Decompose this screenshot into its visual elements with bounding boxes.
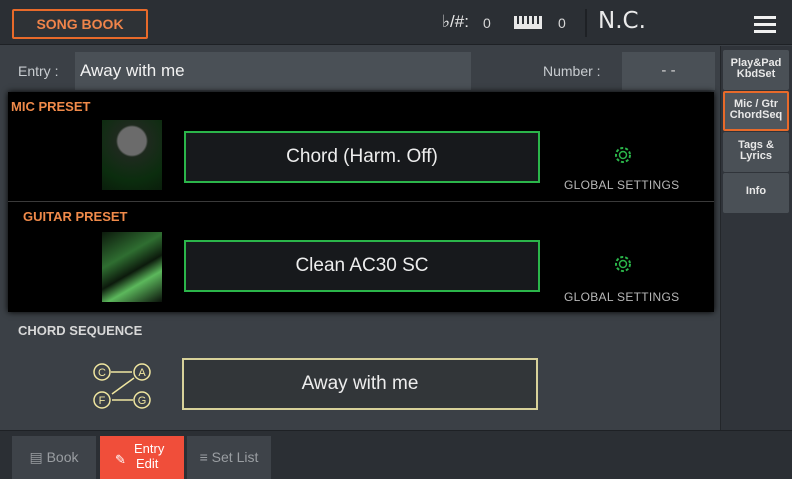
entry-label: Entry :: [18, 63, 59, 79]
tab-set-list-label: Set List: [211, 449, 259, 465]
guitar-preset-button[interactable]: Clean AC30 SC: [184, 240, 540, 292]
pencil-icon: ✎: [115, 452, 126, 467]
keyboard-icon: [514, 16, 542, 29]
chord-letter-f: F: [99, 395, 106, 407]
list-icon: ≡: [199, 449, 212, 465]
chord-sequence-title: CHORD SEQUENCE: [18, 323, 143, 338]
mic-preset-title: MIC PRESET: [11, 99, 91, 114]
tab-set-list[interactable]: ≡ Set List: [187, 436, 271, 479]
tab-label-line1: Info: [745, 185, 767, 197]
tab-entry-label-line2: Edit: [136, 456, 159, 471]
number-label: Number :: [543, 63, 601, 79]
menu-icon[interactable]: [754, 16, 776, 33]
chord-letter-g: G: [138, 395, 147, 407]
tab-info[interactable]: Info: [723, 173, 789, 213]
mic-thumbnail: [102, 120, 162, 190]
gear-icon[interactable]: [613, 145, 633, 165]
chord-sequence-icon: C A F G: [93, 363, 151, 409]
overlay-divider: [8, 201, 714, 202]
guitar-global-settings-label: GLOBAL SETTINGS: [564, 290, 680, 304]
header-separator: [585, 9, 587, 37]
tab-label-line2: KbdSet: [736, 68, 776, 80]
chord-display: N.C.: [598, 8, 646, 34]
tab-entry-label-line1: Entry: [134, 441, 165, 456]
chord-letter-a: A: [138, 367, 146, 379]
tab-label-line2: ChordSeq: [729, 109, 783, 121]
tab-label-line2: Lyrics: [739, 150, 772, 162]
transpose-label: ♭/#:: [442, 12, 469, 31]
gear-icon[interactable]: [613, 254, 633, 274]
book-icon: ▤: [29, 449, 47, 465]
keyboard-value: 0: [558, 15, 566, 31]
tab-book-label: Book: [46, 449, 79, 465]
mic-preset-button[interactable]: Chord (Harm. Off): [184, 131, 540, 183]
tab-tags-lyrics[interactable]: Tags & Lyrics: [723, 132, 789, 172]
preset-overlay-panel: MIC PRESET Chord (Harm. Off) GLOBAL SETT…: [8, 92, 714, 312]
tab-mic-gtr-chordseq[interactable]: Mic / Gtr ChordSeq: [723, 91, 789, 131]
number-field[interactable]: - -: [622, 52, 715, 90]
tab-book[interactable]: ▤ Book: [12, 436, 96, 479]
tab-play-pad-kbdset[interactable]: Play&Pad KbdSet: [723, 50, 789, 90]
tab-entry-edit[interactable]: ✎ Entry Edit: [100, 436, 184, 479]
guitar-preset-title: GUITAR PRESET: [23, 209, 128, 224]
entry-name-field[interactable]: Away with me: [75, 52, 471, 90]
mic-global-settings-label: GLOBAL SETTINGS: [564, 178, 680, 192]
guitar-thumbnail: [102, 232, 162, 302]
chord-letter-c: C: [98, 367, 106, 379]
chord-sequence-button[interactable]: Away with me: [182, 358, 538, 410]
song-book-tab[interactable]: SONG BOOK: [12, 9, 148, 39]
transpose-value: 0: [483, 15, 491, 31]
